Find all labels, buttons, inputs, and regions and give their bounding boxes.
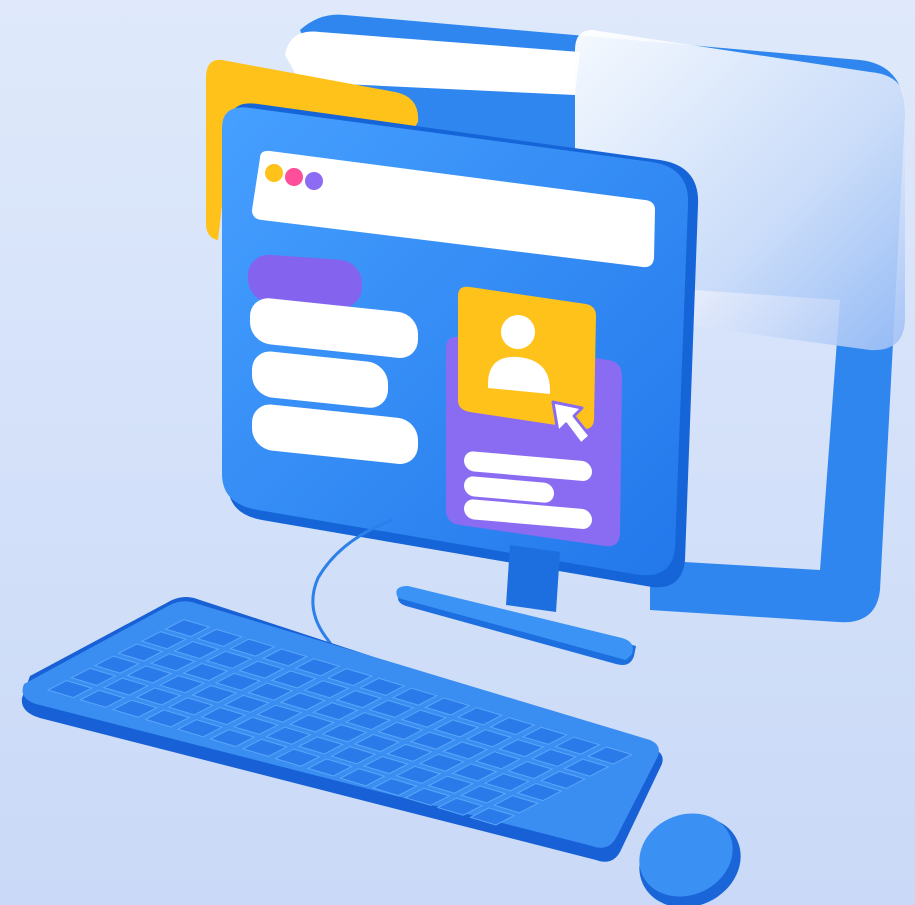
- monitor: [222, 103, 699, 588]
- computer-illustration: [0, 0, 915, 905]
- window-dot-purple: [305, 172, 323, 190]
- window-dot-pink: [285, 168, 303, 186]
- window-dot-yellow: [265, 164, 283, 182]
